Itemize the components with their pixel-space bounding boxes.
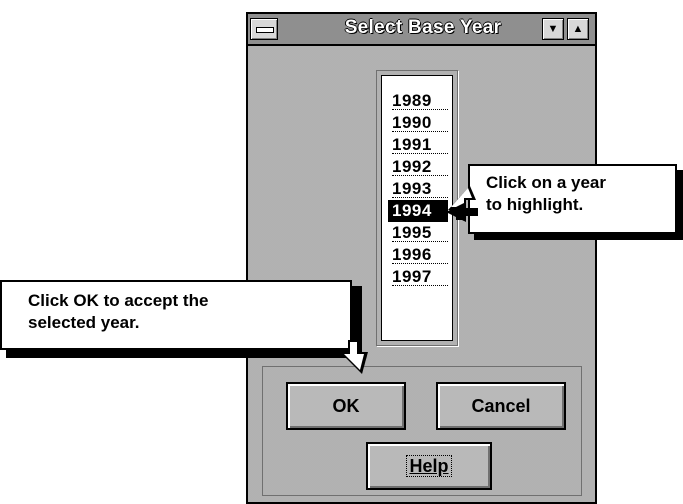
callout-arrows: [340, 186, 478, 374]
selection-pointer-arrow-icon: [446, 202, 478, 222]
ok-pointer-arrow-icon: [340, 340, 368, 374]
